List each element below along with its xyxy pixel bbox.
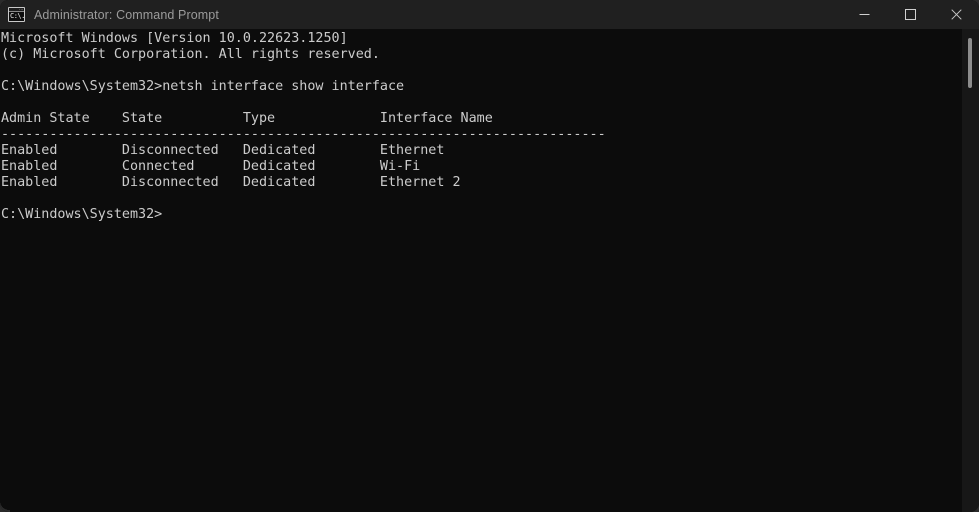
- table-row: Enabled Disconnected Dedicated Ethernet …: [1, 175, 461, 190]
- scrollbar-thumb[interactable]: [968, 38, 972, 88]
- window-controls: [841, 0, 979, 29]
- maximize-button[interactable]: [887, 0, 933, 29]
- table-row: Enabled Connected Dedicated Wi-Fi: [1, 159, 421, 174]
- console-output-area[interactable]: Microsoft Windows [Version 10.0.22623.12…: [0, 29, 979, 512]
- vertical-scrollbar[interactable]: [962, 29, 979, 512]
- icon-window-dots: ···: [19, 7, 23, 12]
- title-bar[interactable]: ··· C:\. Administrator: Command Prompt: [0, 0, 979, 29]
- table-header-row: Admin State State Type Interface Name: [1, 111, 493, 126]
- console-line-command: C:\Windows\System32>netsh interface show…: [1, 79, 405, 94]
- console-line: (c) Microsoft Corporation. All rights re…: [1, 47, 380, 62]
- console-line: Microsoft Windows [Version 10.0.22623.12…: [1, 31, 348, 46]
- close-button[interactable]: [933, 0, 979, 29]
- icon-prompt-glyph: C:\.: [10, 12, 25, 20]
- command-prompt-icon: ··· C:\.: [8, 7, 25, 22]
- console-text: Microsoft Windows [Version 10.0.22623.12…: [1, 31, 606, 223]
- minimize-button[interactable]: [841, 0, 887, 29]
- window-title: Administrator: Command Prompt: [34, 7, 219, 22]
- console-prompt-line: C:\Windows\System32>: [1, 207, 163, 222]
- command-prompt-window: ··· C:\. Administrator: Command Prompt M…: [0, 0, 979, 512]
- table-row: Enabled Disconnected Dedicated Ethernet: [1, 143, 445, 158]
- table-separator: ----------------------------------------…: [1, 127, 606, 142]
